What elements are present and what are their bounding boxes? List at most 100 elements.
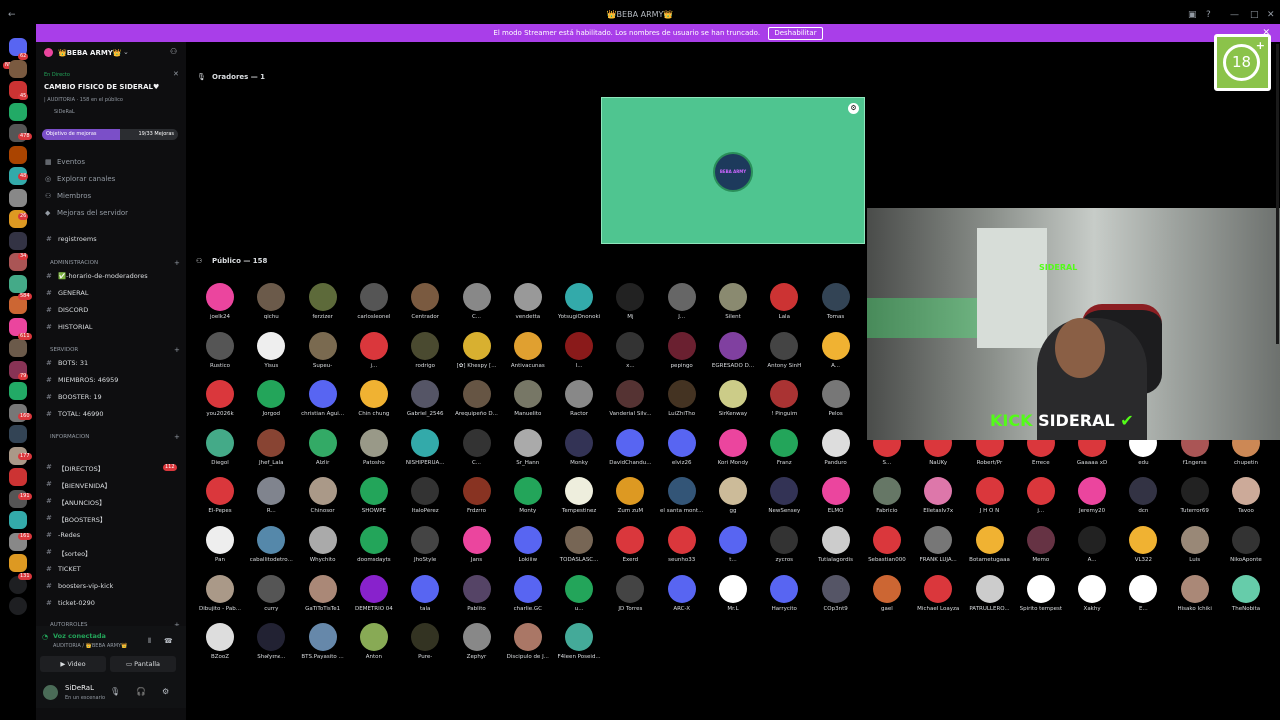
server-icon[interactable] (9, 59, 27, 78)
audience-member[interactable]: TheNobita (1221, 574, 1271, 623)
audience-member[interactable]: Sh𝖔ℓy𝖗n𝖊... (246, 623, 296, 671)
channel-category[interactable]: INFORMACION + (50, 433, 180, 441)
audience-member[interactable]: Lala (759, 283, 809, 331)
audience-member[interactable]: ItaloPérez (400, 477, 450, 525)
audience-member[interactable]: SHOWPE (349, 477, 399, 525)
channel-item[interactable]: # ✅-horario-de-moderadores (36, 270, 186, 284)
audience-member[interactable]: Frdzrro (452, 477, 502, 525)
scrollbar[interactable] (1276, 44, 1279, 344)
audience-member[interactable]: FRANK LUJA... (913, 526, 963, 574)
channel-item[interactable]: # TICKET (36, 563, 186, 577)
audience-member[interactable]: J H O N (965, 477, 1015, 525)
server-icon[interactable] (9, 425, 27, 443)
audience-member[interactable]: Antivacunas (503, 331, 553, 380)
menu-item[interactable]: Mejoras del servidor (57, 209, 128, 217)
audience-member[interactable]: zycros (759, 526, 809, 574)
audience-member[interactable]: Gabriel_2546 (400, 380, 450, 428)
add-channel-icon[interactable]: + (174, 259, 180, 267)
server-icon[interactable] (9, 274, 27, 293)
add-channel-icon[interactable]: + (174, 433, 180, 441)
user-name[interactable]: SiDeRaL (65, 684, 94, 692)
channel-item[interactable]: # 【BIENVENIDA】 (36, 478, 186, 492)
channel-item[interactable]: # 【ANUNCIOS】 (36, 495, 186, 509)
audience-member[interactable]: Hisako Ichiki (1170, 574, 1220, 623)
audience-member[interactable]: t... (708, 526, 758, 574)
audience-member[interactable]: Xakhy (1067, 574, 1117, 623)
audience-member[interactable]: Jans (452, 526, 502, 574)
server-icon[interactable] (9, 554, 27, 572)
audience-member[interactable]: NISHIPERUA... (400, 428, 450, 477)
audience-member[interactable]: carlosleonel (349, 283, 399, 331)
audience-member[interactable]: Panduro (811, 428, 861, 477)
audience-member[interactable]: elviz26 (657, 428, 707, 477)
disconnect-icon[interactable]: ☎ (164, 637, 173, 645)
audience-member[interactable]: Fabricio (862, 477, 912, 525)
screen-share-button[interactable]: ▭ Pantalla (110, 656, 176, 672)
audience-member[interactable]: tala (400, 574, 450, 623)
audience-member[interactable]: Centrador (400, 283, 450, 331)
menu-item[interactable]: Explorar canales (57, 175, 115, 183)
audience-member[interactable]: Patosho (349, 428, 399, 477)
audience-member[interactable]: Tuterror69 (1170, 477, 1220, 525)
audience-member[interactable]: ! Pinguim (759, 380, 809, 428)
audience-member[interactable]: R... (246, 477, 296, 525)
audience-member[interactable]: NewSensey (759, 477, 809, 525)
server-icon[interactable] (9, 511, 27, 529)
audience-member[interactable]: Tavoo (1221, 477, 1271, 525)
audience-member[interactable]: Zum zuM (605, 477, 655, 525)
audience-member[interactable]: curry (246, 574, 296, 623)
audience-member[interactable]: A... (811, 331, 861, 380)
audience-member[interactable]: ElletasIv7x (913, 477, 963, 525)
audience-member[interactable]: Yisus (246, 331, 296, 380)
channel-item[interactable]: # GENERAL (36, 287, 186, 301)
audience-member[interactable]: Mj (605, 283, 655, 331)
audience-member[interactable]: you2026k (195, 380, 245, 428)
server-icon[interactable] (9, 145, 27, 164)
audience-member[interactable]: DavidChandu... (605, 428, 655, 477)
server-icon[interactable] (9, 188, 27, 207)
video-button[interactable]: ▶ Video (40, 656, 106, 672)
server-icon[interactable] (9, 382, 27, 400)
channel-item[interactable]: # TOTAL: 46990 (36, 408, 186, 422)
audience-member[interactable]: Anton (349, 623, 399, 671)
audience-member[interactable]: JD Torres (605, 574, 655, 623)
audience-member[interactable]: Antony SinH (759, 331, 809, 380)
audience-member[interactable]: Lokiiiw (503, 526, 553, 574)
inbox-icon[interactable]: ▣ (1188, 10, 1197, 20)
audience-member[interactable]: Supeu- (298, 331, 348, 380)
audience-member[interactable]: ELMO (811, 477, 861, 525)
channel-item[interactable]: # MIEMBROS: 46959 (36, 374, 186, 388)
channel-item[interactable]: # -Redes (36, 529, 186, 543)
audience-member[interactable]: rodrigo (400, 331, 450, 380)
audience-member[interactable]: christian Agui... (298, 380, 348, 428)
audience-member[interactable]: vendetta (503, 283, 553, 331)
audience-member[interactable]: Jorgod (246, 380, 296, 428)
audience-member[interactable]: l... (554, 331, 604, 380)
audience-member[interactable]: TODASLASC... (554, 526, 604, 574)
minimize-icon[interactable]: — (1230, 10, 1239, 20)
audience-member[interactable]: Monty (503, 477, 553, 525)
close-icon[interactable]: ✕ (173, 70, 179, 78)
channel-item[interactable]: # BOOSTER: 19 (36, 391, 186, 405)
audience-member[interactable]: LuiZhiTho (657, 380, 707, 428)
settings-gear-icon[interactable]: ⚙ (162, 687, 169, 696)
audience-member[interactable]: C... (452, 283, 502, 331)
audience-member[interactable]: PATRULLERO... (965, 574, 1015, 623)
audience-member[interactable]: el santa mont... (657, 477, 707, 525)
audience-member[interactable]: Exerd (605, 526, 655, 574)
audience-member[interactable]: El-Pepes (195, 477, 245, 525)
audience-member[interactable]: seunho33 (657, 526, 707, 574)
audience-member[interactable]: Sr_Hann (503, 428, 553, 477)
help-icon[interactable]: ? (1206, 10, 1211, 20)
channel-category[interactable]: ADMINISTRACION + (50, 259, 180, 267)
audience-member[interactable]: Kori Mondy (708, 428, 758, 477)
audience-member[interactable]: YotsugiOnonoki (554, 283, 604, 331)
audience-member[interactable]: Pablito (452, 574, 502, 623)
voice-status[interactable]: Voz conectada (53, 632, 106, 640)
channel-item[interactable]: # boosters-vip-kick (36, 580, 186, 594)
audience-member[interactable]: Discipulo de J... (503, 623, 553, 671)
audience-member[interactable]: Monky (554, 428, 604, 477)
disable-streamer-button[interactable]: Deshabilitar (768, 27, 823, 40)
channel-item[interactable]: # HISTORIAL (36, 321, 186, 335)
audience-member[interactable]: A... (1067, 526, 1117, 574)
